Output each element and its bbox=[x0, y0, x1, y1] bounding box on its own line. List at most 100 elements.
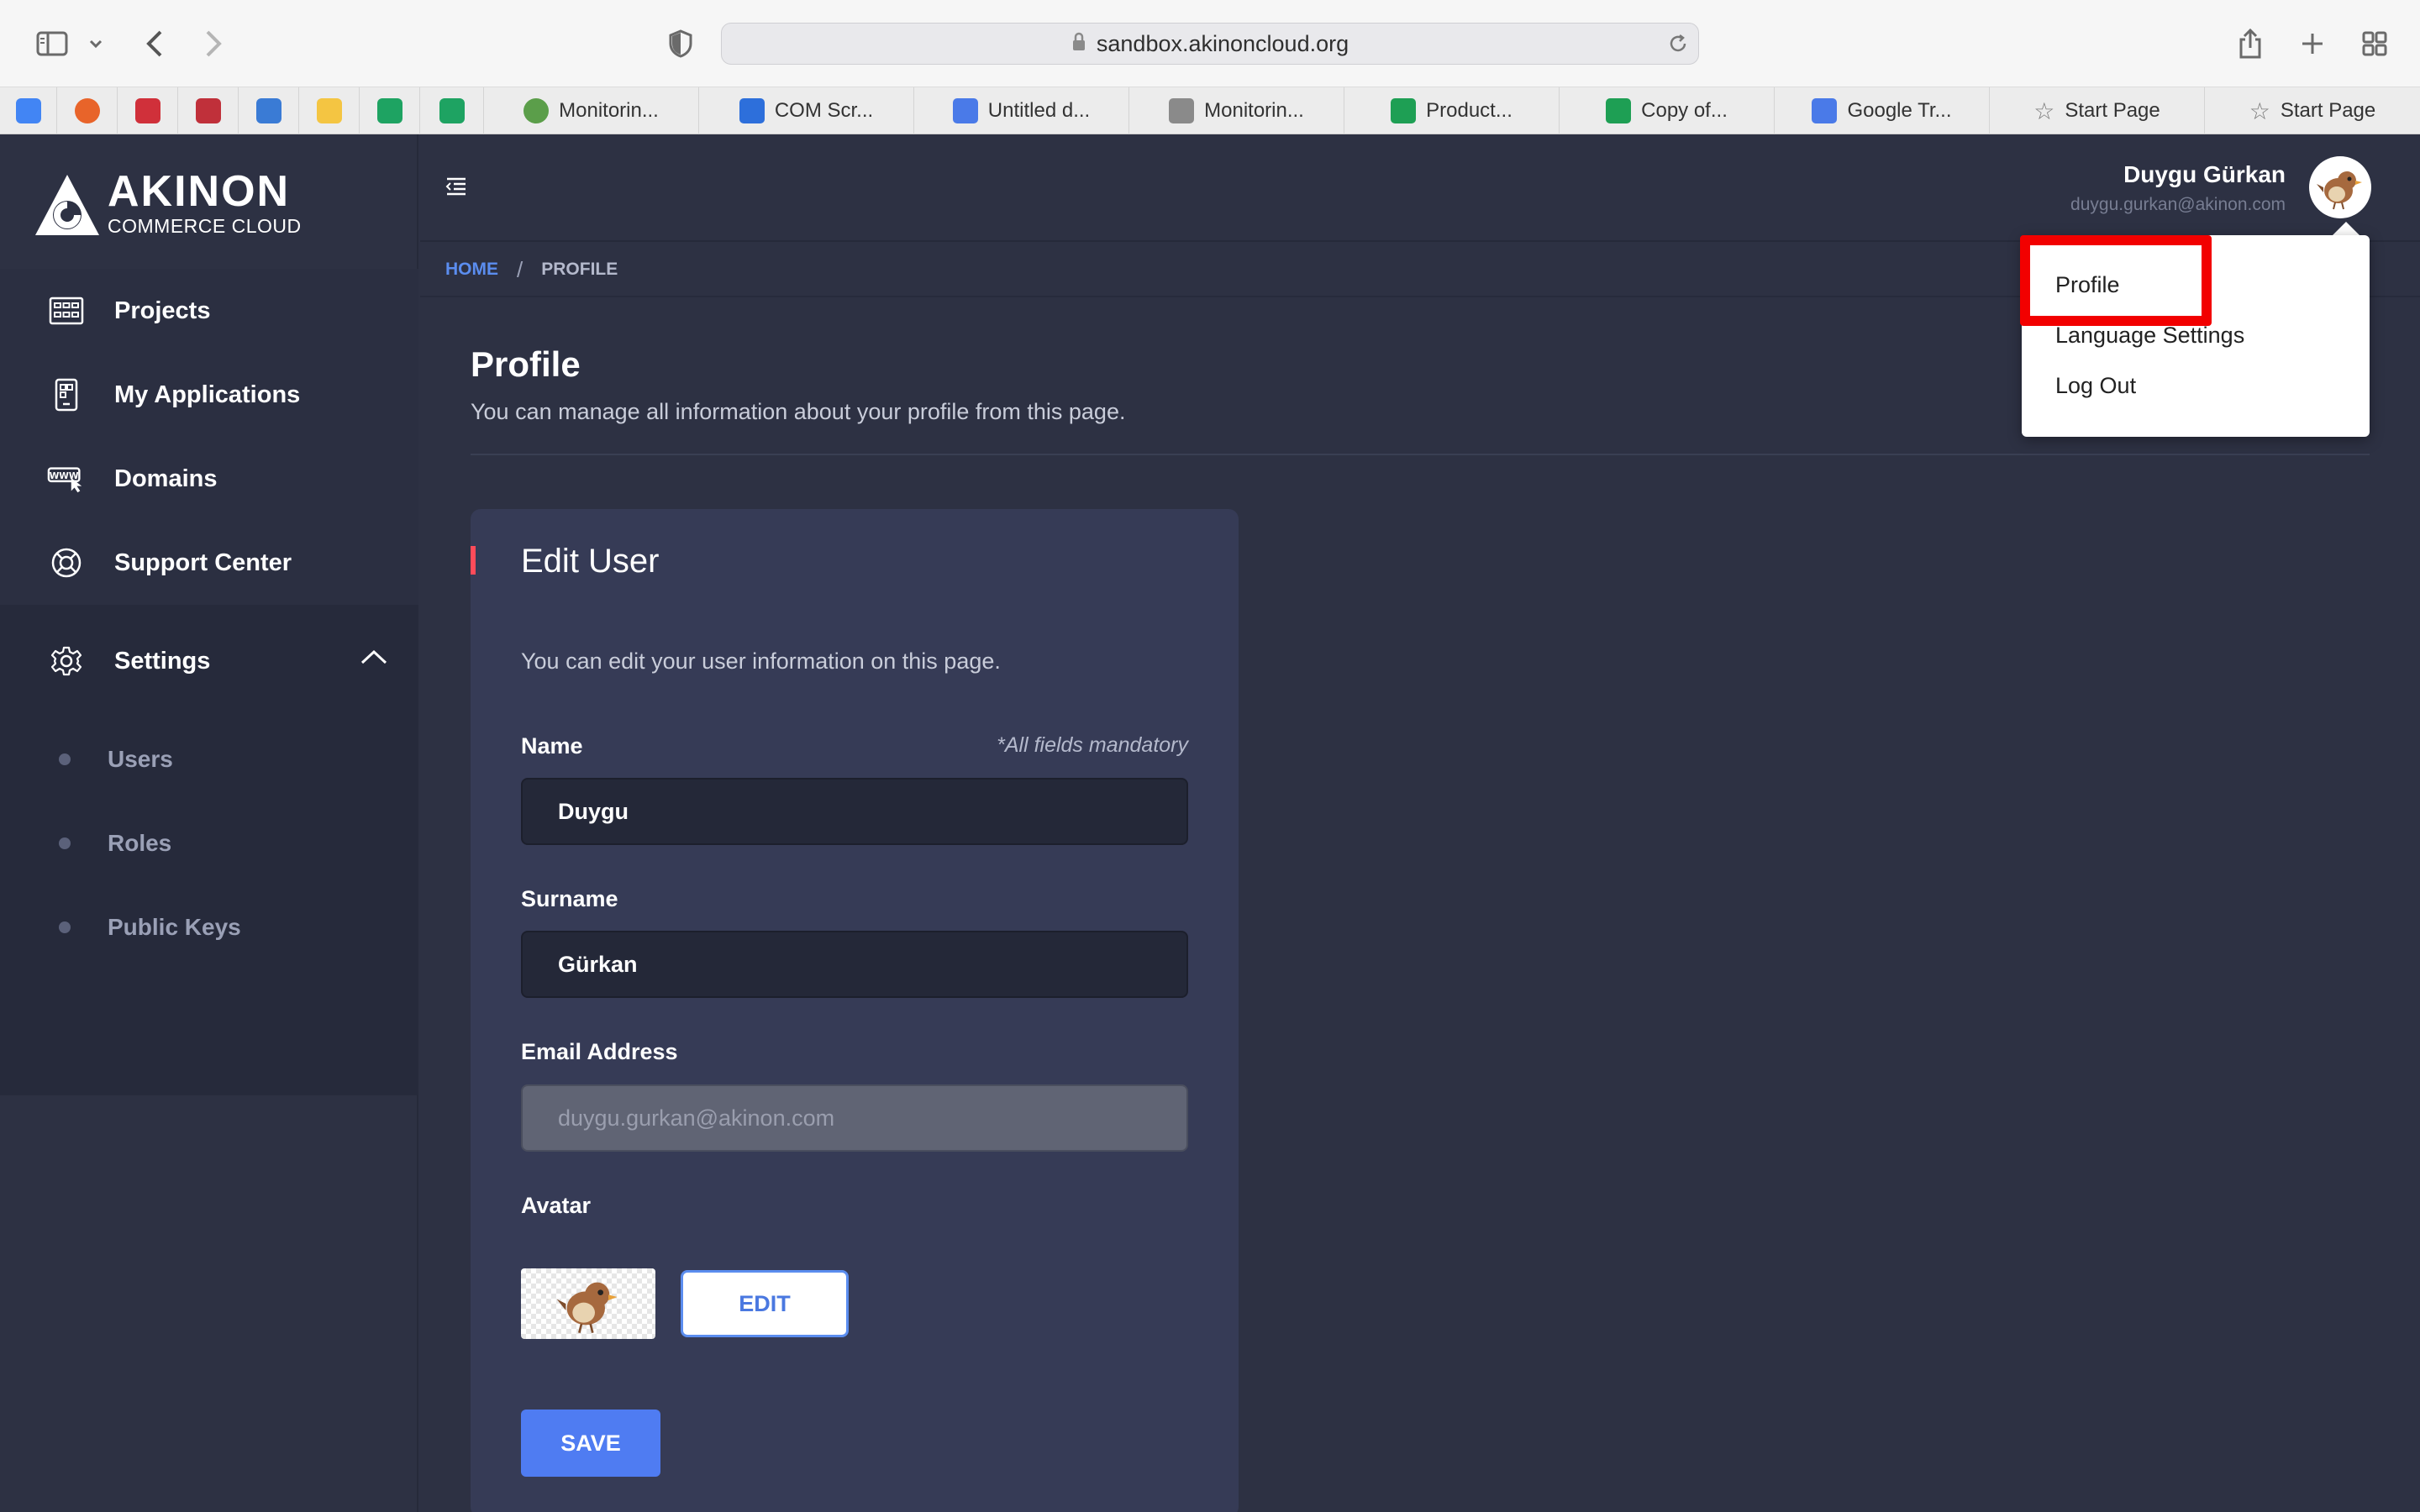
breadcrumb-current: PROFILE bbox=[541, 260, 618, 279]
bookmark-item[interactable]: Monitorin... bbox=[484, 87, 699, 134]
bookmark-favicon[interactable] bbox=[178, 87, 239, 134]
akinon-logo[interactable]: AKINON COMMERCE CLOUD bbox=[34, 168, 302, 242]
address-bar[interactable]: sandbox.akinoncloud.org bbox=[721, 23, 1699, 65]
bookmark-favicon[interactable] bbox=[420, 87, 484, 134]
bird-avatar-icon bbox=[2317, 171, 2362, 210]
bullet-icon bbox=[59, 753, 71, 765]
card-accent-bar bbox=[471, 546, 476, 575]
lock-icon bbox=[1071, 32, 1086, 56]
chevron-down-icon[interactable] bbox=[84, 22, 108, 66]
breadcrumb-home-link[interactable]: HOME bbox=[445, 260, 498, 280]
url-text: sandbox.akinoncloud.org bbox=[1096, 30, 1349, 56]
sidebar-item-label: Domains bbox=[114, 465, 218, 492]
menu-item-log-out[interactable]: Log Out bbox=[2055, 373, 2136, 399]
bookmark-item[interactable]: ☆ Start Page bbox=[2205, 87, 2420, 134]
top-bar bbox=[420, 134, 2420, 242]
sidebar-toggle-icon[interactable] bbox=[34, 22, 71, 66]
drive-icon bbox=[439, 98, 465, 123]
sidebar-item-label: Projects bbox=[114, 297, 211, 324]
bookmark-favicon[interactable] bbox=[360, 87, 420, 134]
sidebar-item-settings[interactable]: Settings bbox=[0, 615, 418, 707]
breadcrumb-separator: / bbox=[517, 256, 523, 282]
sidebar-subitem-roles[interactable]: Roles bbox=[0, 801, 418, 885]
user-name[interactable]: Duygu Gürkan bbox=[2123, 161, 2286, 188]
user-avatar[interactable] bbox=[2309, 156, 2371, 218]
surname-input[interactable] bbox=[521, 931, 1188, 998]
bookmark-favicon[interactable] bbox=[0, 87, 57, 134]
logo-brand: AKINON bbox=[108, 167, 291, 216]
dropdown-arrow bbox=[2333, 222, 2360, 235]
page-title: Profile bbox=[471, 344, 581, 384]
back-icon[interactable] bbox=[138, 22, 171, 66]
mandatory-note: *All fields mandatory bbox=[997, 733, 1188, 757]
translate-icon bbox=[1812, 98, 1838, 123]
user-email: duygu.gurkan@akinon.com bbox=[2070, 195, 2286, 214]
bookmark-item[interactable]: ☆ Start Page bbox=[1990, 87, 2205, 134]
share-icon[interactable] bbox=[2233, 22, 2267, 66]
www-icon: WWW bbox=[47, 459, 86, 498]
email-label: Email Address bbox=[521, 1039, 678, 1064]
card-title: Edit User bbox=[521, 543, 660, 580]
sidebar-subitem-public-keys[interactable]: Public Keys bbox=[0, 885, 418, 969]
sidebar-item-domains[interactable]: WWW Domains bbox=[0, 437, 418, 521]
new-tab-icon[interactable] bbox=[2296, 22, 2329, 66]
browser-toolbar: sandbox.akinoncloud.org bbox=[0, 0, 2420, 87]
sidebar-item-label: Support Center bbox=[114, 549, 292, 576]
sheets-icon bbox=[1606, 98, 1632, 123]
lifebuoy-icon bbox=[47, 543, 86, 582]
reload-icon[interactable] bbox=[1665, 22, 1691, 66]
sidebar-subitem-users[interactable]: Users bbox=[0, 717, 418, 801]
g-icon bbox=[1169, 98, 1195, 123]
favicon-icon bbox=[134, 98, 160, 123]
surname-label: Surname bbox=[521, 886, 618, 911]
sidebar-item-support-center[interactable]: Support Center bbox=[0, 521, 418, 605]
sidebar-subitem-label: Roles bbox=[108, 830, 172, 856]
avatar-preview bbox=[521, 1268, 655, 1339]
page-subtitle: You can manage all information about you… bbox=[471, 399, 1126, 424]
sidebar-nav: Projects My Applications WWW Domains Sup… bbox=[0, 269, 418, 605]
tab-overview-icon[interactable] bbox=[2358, 22, 2391, 66]
logo-tagline: COMMERCE CLOUD bbox=[108, 215, 302, 237]
sidebar-subitem-label: Users bbox=[108, 746, 173, 772]
sidebar: AKINON COMMERCE CLOUD Projects My Applic… bbox=[0, 134, 418, 1512]
save-button[interactable]: SAVE bbox=[521, 1410, 660, 1477]
chevron-up-icon[interactable] bbox=[360, 648, 388, 669]
bookmark-favicon[interactable] bbox=[299, 87, 360, 134]
bookmark-item[interactable]: Untitled d... bbox=[914, 87, 1129, 134]
star-icon: ☆ bbox=[2033, 97, 2055, 124]
sidebar-item-projects[interactable]: Projects bbox=[0, 269, 418, 353]
card-description: You can edit your user information on th… bbox=[521, 648, 1001, 674]
bookmark-item[interactable]: Copy of... bbox=[1560, 87, 1775, 134]
bookmark-item[interactable]: COM Scr... bbox=[699, 87, 914, 134]
favicon-icon bbox=[316, 98, 342, 123]
menu-item-language-settings[interactable]: Language Settings bbox=[2055, 323, 2244, 349]
edit-avatar-button[interactable]: EDIT bbox=[681, 1270, 849, 1337]
forward-icon[interactable] bbox=[197, 22, 230, 66]
avatar-label: Avatar bbox=[521, 1193, 592, 1218]
bookmark-item[interactable]: Product... bbox=[1344, 87, 1560, 134]
drive-icon bbox=[376, 98, 402, 123]
highlight-annotation bbox=[2020, 235, 2212, 326]
sidebar-item-label: Settings bbox=[114, 647, 211, 675]
app-icon bbox=[47, 375, 86, 414]
star-icon: ☆ bbox=[2249, 97, 2270, 124]
shield-icon[interactable] bbox=[664, 22, 697, 66]
divider bbox=[471, 454, 2370, 455]
docs-icon bbox=[952, 98, 978, 123]
sidebar-item-label: My Applications bbox=[114, 381, 301, 408]
grid-icon bbox=[47, 291, 86, 330]
bookmark-item[interactable]: Google Tr... bbox=[1775, 87, 1990, 134]
akinon-favicon-icon bbox=[195, 98, 221, 123]
calendar-icon bbox=[15, 98, 41, 123]
bookmark-favicon[interactable] bbox=[239, 87, 299, 134]
monitoring-icon bbox=[523, 98, 550, 123]
bookmark-favicon[interactable] bbox=[57, 87, 118, 134]
sidebar-item-my-applications[interactable]: My Applications bbox=[0, 353, 418, 437]
name-input[interactable] bbox=[521, 778, 1188, 845]
sidebar-settings-group: Settings Users Roles Public Keys bbox=[0, 605, 418, 1095]
bookmark-favicon[interactable] bbox=[118, 87, 178, 134]
collapse-sidebar-icon[interactable] bbox=[445, 176, 467, 201]
bullet-icon bbox=[59, 921, 71, 933]
bookmark-item[interactable]: Monitorin... bbox=[1129, 87, 1344, 134]
email-input[interactable] bbox=[521, 1084, 1188, 1152]
